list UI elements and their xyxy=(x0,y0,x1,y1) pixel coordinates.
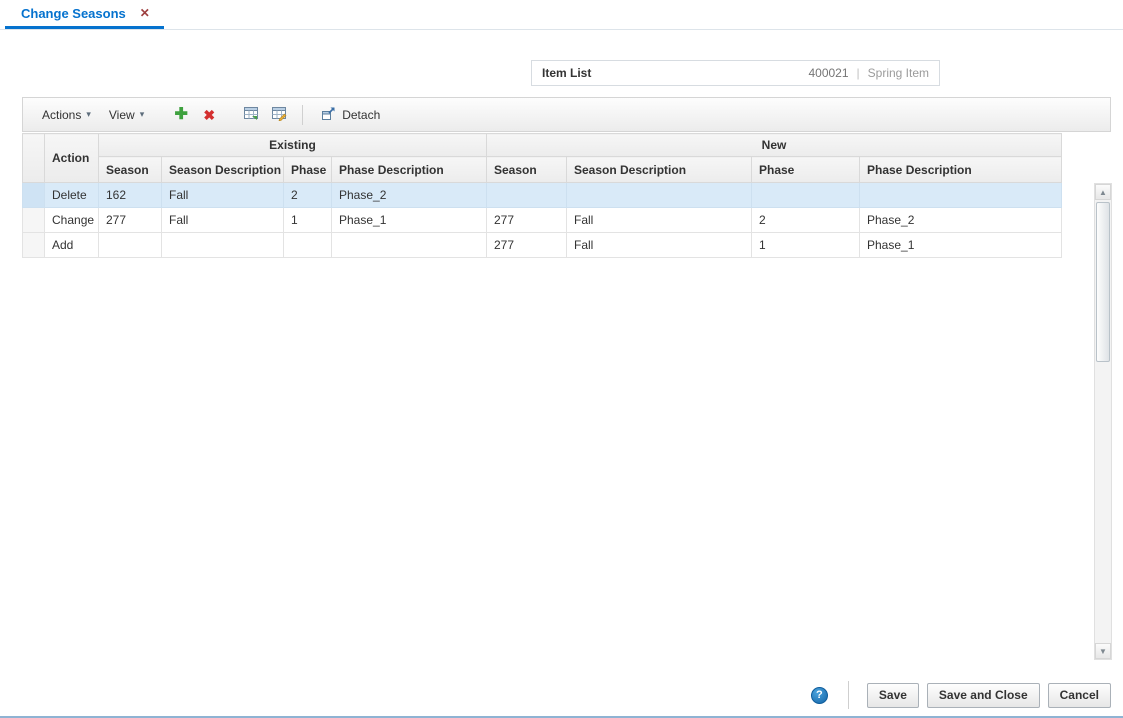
table-toolbar: Actions ▾ View ▾ ✚ ✖ Detach xyxy=(22,97,1111,132)
scroll-down-button[interactable]: ▼ xyxy=(1095,643,1111,659)
cell-existing-phase[interactable]: 2 xyxy=(283,182,332,208)
item-list-box: Item List 400021 | Spring Item xyxy=(531,60,940,86)
help-icon[interactable]: ? xyxy=(810,686,828,704)
column-header-existing-season-description: Season Description xyxy=(161,156,284,183)
column-header-existing-season: Season xyxy=(98,156,162,183)
add-row-button[interactable]: ✚ xyxy=(167,102,195,128)
tab-change-seasons[interactable]: Change Seasons ✕ xyxy=(5,0,164,29)
detach-label: Detach xyxy=(342,107,381,122)
cell-new-phase[interactable] xyxy=(751,182,860,208)
cell-existing-season-description[interactable] xyxy=(161,232,284,258)
cell-new-phase-description[interactable]: Phase_2 xyxy=(859,207,1062,233)
cell-new-season-description[interactable]: Fall xyxy=(566,232,752,258)
cell-existing-phase-description[interactable]: Phase_1 xyxy=(331,207,487,233)
export-to-excel-button[interactable] xyxy=(237,102,265,128)
table-row[interactable]: Delete 162 Fall 2 Phase_2 xyxy=(22,182,1062,208)
column-header-new-season: Season xyxy=(486,156,567,183)
item-meta: 400021 | Spring Item xyxy=(808,66,929,80)
cell-existing-season[interactable] xyxy=(98,232,162,258)
table-row[interactable]: Add 277 Fall 1 Phase_1 xyxy=(22,232,1062,258)
export-to-excel-icon xyxy=(243,105,259,124)
actions-menu-label: Actions xyxy=(42,107,82,122)
cell-existing-season[interactable]: 162 xyxy=(98,182,162,208)
column-header-row: Season Season Description Phase Phase De… xyxy=(23,156,1062,183)
cell-new-phase-description[interactable] xyxy=(859,182,1062,208)
import-from-excel-button[interactable] xyxy=(265,102,293,128)
tab-bar: Change Seasons ✕ xyxy=(0,0,1123,30)
tab-label: Change Seasons xyxy=(21,5,126,21)
group-header-new: New xyxy=(486,133,1062,157)
cell-new-season-description[interactable]: Fall xyxy=(566,207,752,233)
cell-action[interactable]: Delete xyxy=(44,182,99,208)
cell-new-phase-description[interactable]: Phase_1 xyxy=(859,232,1062,258)
item-description: Spring Item xyxy=(867,66,929,80)
item-list-label: Item List xyxy=(542,66,592,80)
save-and-close-button[interactable]: Save and Close xyxy=(926,682,1040,708)
detach-button[interactable]: Detach xyxy=(312,101,389,129)
cell-action[interactable]: Add xyxy=(44,232,99,258)
detach-icon xyxy=(321,106,336,124)
table-row[interactable]: Change 277 Fall 1 Phase_1 277 Fall 2 Pha… xyxy=(22,207,1062,233)
cancel-button[interactable]: Cancel xyxy=(1047,682,1111,708)
toolbar-separator xyxy=(302,104,304,125)
scrollbar-thumb[interactable] xyxy=(1096,202,1110,362)
footer-divider xyxy=(847,681,849,709)
footer-action-bar: ? Save Save and Close Cancel xyxy=(0,676,1123,714)
item-number: 400021 xyxy=(808,66,849,80)
column-header-new-phase-description: Phase Description xyxy=(859,156,1062,183)
row-selector-header xyxy=(22,133,45,183)
cell-new-season[interactable]: 277 xyxy=(486,232,567,258)
view-menu-label: View xyxy=(108,107,135,122)
chevron-down-icon: ▾ xyxy=(139,109,145,119)
cell-existing-phase[interactable]: 1 xyxy=(283,207,332,233)
row-selector[interactable] xyxy=(22,182,45,208)
seasons-table: Action Existing New Season Season Descri… xyxy=(22,133,1062,258)
cell-existing-phase-description[interactable]: Phase_2 xyxy=(331,182,487,208)
scroll-up-button[interactable]: ▲ xyxy=(1095,184,1111,200)
actions-menu-button[interactable]: Actions ▾ xyxy=(33,103,100,127)
cell-existing-season[interactable]: 277 xyxy=(98,207,162,233)
vertical-scrollbar[interactable]: ▲ ▼ xyxy=(1094,183,1112,660)
cell-new-season[interactable]: 277 xyxy=(486,207,567,233)
group-header-existing: Existing xyxy=(98,133,487,157)
cell-existing-phase[interactable] xyxy=(283,232,332,258)
tab-close-icon[interactable]: ✕ xyxy=(140,6,150,20)
cell-new-season-description[interactable] xyxy=(566,182,752,208)
cell-new-phase[interactable]: 2 xyxy=(751,207,860,233)
chevron-down-icon: ▾ xyxy=(86,109,91,119)
cell-existing-season-description[interactable]: Fall xyxy=(161,207,284,233)
column-header-new-season-description: Season Description xyxy=(566,156,752,183)
column-header-action: Action xyxy=(44,133,99,183)
cell-existing-season-description[interactable]: Fall xyxy=(161,182,284,208)
cell-new-season[interactable] xyxy=(486,182,567,208)
save-button[interactable]: Save xyxy=(866,682,919,708)
delete-row-button[interactable]: ✖ xyxy=(195,102,223,128)
cell-existing-phase-description[interactable] xyxy=(331,232,487,258)
delete-icon: ✖ xyxy=(203,106,216,123)
add-icon: ✚ xyxy=(174,105,188,123)
column-header-new-phase: Phase xyxy=(751,156,860,183)
column-header-existing-phase-description: Phase Description xyxy=(331,156,487,183)
import-from-excel-icon xyxy=(271,105,287,124)
column-header-existing-phase: Phase xyxy=(283,156,332,183)
view-menu-button[interactable]: View ▾ xyxy=(100,103,153,127)
seasons-table-container: Action Existing New Season Season Descri… xyxy=(22,133,1062,258)
row-selector[interactable] xyxy=(22,232,45,258)
group-header-row: Action Existing New xyxy=(22,133,1062,183)
item-separator: | xyxy=(856,66,860,80)
cell-action[interactable]: Change xyxy=(44,207,99,233)
cell-new-phase[interactable]: 1 xyxy=(751,232,860,258)
row-selector[interactable] xyxy=(22,207,45,233)
